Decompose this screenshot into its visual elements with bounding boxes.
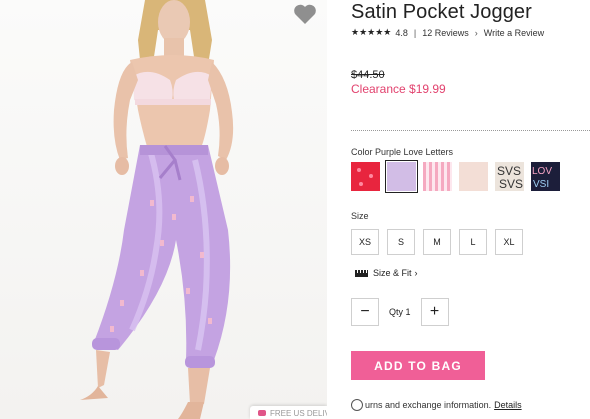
product-details: Satin Pocket Jogger ★★★★★ 4.8 | 12 Revie… xyxy=(351,0,590,419)
swatch-blush[interactable] xyxy=(459,162,488,191)
gift-icon xyxy=(258,410,266,416)
returns-text: urns and exchange information. xyxy=(365,400,492,410)
returns-info: urns and exchange information. Details xyxy=(351,399,522,411)
size-s-button[interactable]: S xyxy=(387,229,415,255)
rating-value: 4.8 xyxy=(395,27,408,38)
swatch-pattern xyxy=(357,168,373,186)
swatch-red-hearts[interactable] xyxy=(351,162,380,191)
size-fit-label: Size & Fit xyxy=(373,268,412,278)
swatch-pink-stripe[interactable] xyxy=(423,162,452,191)
svg-text:VSI: VSI xyxy=(533,179,549,190)
details-link[interactable]: Details xyxy=(494,400,522,410)
swatch-purple-love-letters[interactable] xyxy=(385,160,418,193)
swatch-pattern: LOV VSI xyxy=(532,166,552,190)
heart-icon[interactable] xyxy=(293,3,317,25)
chevron-right-icon: › xyxy=(414,268,418,278)
size-xl-button[interactable]: XL xyxy=(495,229,523,255)
size-label: Size xyxy=(351,211,369,221)
size-options: XS S M L XL xyxy=(351,229,523,255)
size-l-button[interactable]: L xyxy=(459,229,487,255)
color-label: Color Purple Love Letters xyxy=(351,147,454,157)
promo-tag[interactable]: FREE US DELIVERY xyxy=(250,406,327,419)
add-to-bag-button[interactable]: ADD TO BAG xyxy=(351,351,485,380)
ruler-icon xyxy=(355,269,368,277)
size-fit-link[interactable]: Size & Fit › xyxy=(355,268,418,278)
swatch-pattern: SVSSVS xyxy=(497,164,523,191)
info-icon xyxy=(351,399,363,411)
reviews-link[interactable]: 12 Reviews xyxy=(422,28,469,38)
color-swatches: SVS SVS LOV VSI xyxy=(351,160,560,193)
svg-text:LOV: LOV xyxy=(532,166,552,177)
qty-minus-button[interactable]: − xyxy=(351,298,379,326)
rating-row: ★★★★★ 4.8 | 12 Reviews › Write a Review xyxy=(351,27,544,38)
swatch-navy-love[interactable]: LOV VSI xyxy=(531,162,560,191)
quantity-stepper: − Qty 1 + xyxy=(351,298,449,326)
svg-text:SVS: SVS xyxy=(497,164,521,178)
original-price: $44.50 xyxy=(351,69,385,81)
separator: | xyxy=(413,27,417,38)
size-m-button[interactable]: M xyxy=(423,229,451,255)
qty-plus-button[interactable]: + xyxy=(420,298,449,326)
size-xs-button[interactable]: XS xyxy=(351,229,379,255)
product-image[interactable]: FREE US DELIVERY xyxy=(0,0,327,419)
swatch-leopard[interactable]: SVS SVS xyxy=(495,162,524,191)
separator: › xyxy=(474,27,478,38)
svg-text:SVS: SVS xyxy=(499,177,523,191)
qty-value: Qty 1 xyxy=(389,307,411,317)
product-title: Satin Pocket Jogger xyxy=(351,1,532,23)
rating-stars: ★★★★★ xyxy=(351,27,392,37)
clearance-price: Clearance $19.99 xyxy=(351,82,446,96)
divider xyxy=(351,130,590,131)
model-photo xyxy=(80,0,234,419)
promo-text: FREE US DELIVERY xyxy=(270,409,327,418)
write-review-link[interactable]: Write a Review xyxy=(484,28,544,38)
